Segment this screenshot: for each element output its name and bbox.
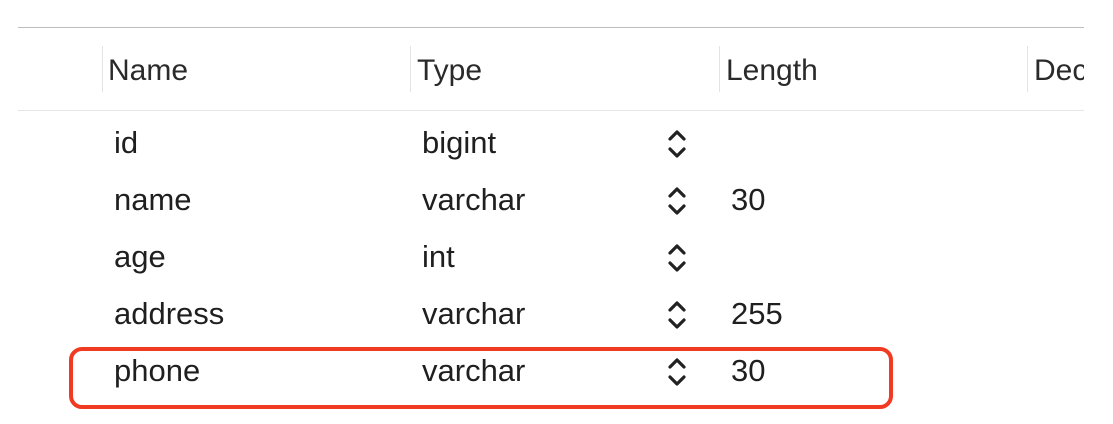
table-row[interactable]: address varchar 255 — [18, 285, 1084, 341]
column-separator[interactable] — [1027, 46, 1028, 92]
field-name-cell[interactable]: phone — [114, 352, 200, 390]
table-header: Name Type Length Dec — [18, 28, 1084, 111]
up-down-chevron-icon[interactable] — [664, 298, 690, 332]
field-name-cell[interactable]: id — [114, 124, 138, 162]
field-length-cell[interactable]: 255 — [731, 295, 783, 333]
field-length-cell[interactable]: 30 — [731, 181, 765, 219]
column-separator[interactable] — [719, 46, 720, 92]
field-type-cell[interactable]: bigint — [422, 124, 496, 162]
column-header-length[interactable]: Length — [726, 53, 818, 89]
column-header-name[interactable]: Name — [108, 53, 188, 89]
column-separator[interactable] — [410, 46, 411, 92]
up-down-chevron-icon[interactable] — [664, 127, 690, 161]
table-row[interactable]: phone varchar 30 — [18, 342, 1084, 398]
field-name-cell[interactable]: age — [114, 238, 166, 276]
up-down-chevron-icon[interactable] — [664, 241, 690, 275]
field-type-cell[interactable]: int — [422, 238, 455, 276]
field-length-cell[interactable]: 30 — [731, 352, 765, 390]
column-header-type[interactable]: Type — [417, 53, 482, 89]
table-structure-editor: Name Type Length Dec id bigint name varc… — [0, 0, 1113, 424]
field-type-cell[interactable]: varchar — [422, 181, 525, 219]
up-down-chevron-icon[interactable] — [664, 355, 690, 389]
field-name-cell[interactable]: address — [114, 295, 224, 333]
column-header-decimals[interactable]: Dec — [1034, 53, 1084, 89]
field-type-cell[interactable]: varchar — [422, 352, 525, 390]
column-separator[interactable] — [102, 46, 103, 92]
field-type-cell[interactable]: varchar — [422, 295, 525, 333]
field-name-cell[interactable]: name — [114, 181, 192, 219]
table-row[interactable]: id bigint — [18, 114, 1084, 170]
table-row[interactable]: age int — [18, 228, 1084, 284]
up-down-chevron-icon[interactable] — [664, 184, 690, 218]
table-row[interactable]: name varchar 30 — [18, 171, 1084, 227]
